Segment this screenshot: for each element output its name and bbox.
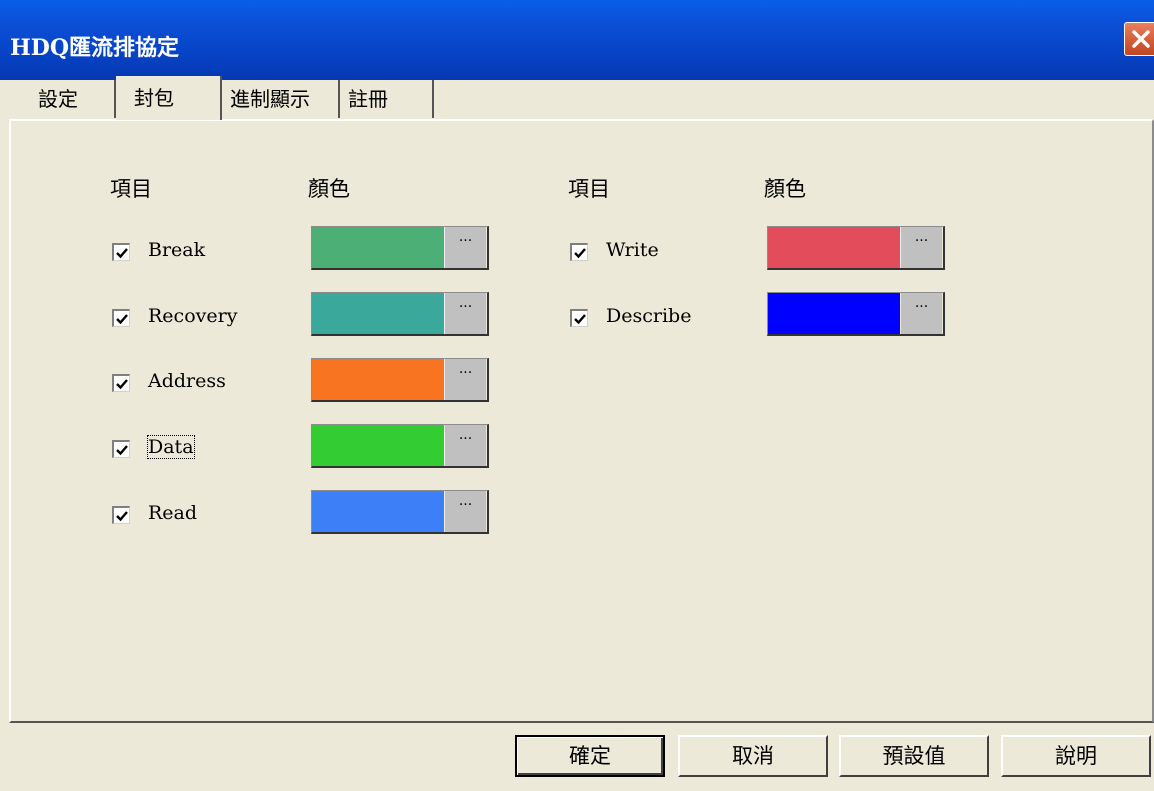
recovery-color-browse-button[interactable]: ···	[444, 293, 486, 334]
tab-register-label: 註冊	[348, 87, 388, 111]
write-checkbox[interactable]	[570, 243, 588, 261]
checkmark-icon	[116, 379, 128, 390]
checkmark-icon	[116, 248, 128, 259]
address-color-swatch[interactable]	[312, 359, 444, 400]
tab-radix-display-label: 進制顯示	[230, 87, 310, 111]
data-color-picker: ···	[311, 424, 489, 468]
read-label: Read	[148, 502, 198, 524]
break-checkbox[interactable]	[112, 243, 130, 261]
write-color-swatch[interactable]	[768, 227, 900, 268]
tab-panel-packet: 項目 顏色 項目 顏色 Break ··· Recovery ··· Addre…	[9, 119, 1154, 723]
describe-color-picker: ···	[767, 292, 945, 336]
recovery-label: Recovery	[148, 305, 238, 327]
read-color-picker: ···	[311, 490, 489, 534]
describe-checkbox[interactable]	[570, 309, 588, 327]
describe-color-swatch[interactable]	[768, 293, 900, 334]
checkmark-icon	[116, 445, 128, 456]
break-label: Break	[148, 239, 206, 261]
checkmark-icon	[116, 314, 128, 325]
recovery-color-swatch[interactable]	[312, 293, 444, 334]
read-checkbox[interactable]	[112, 506, 130, 524]
describe-label: Describe	[606, 305, 692, 327]
data-color-browse-button[interactable]: ···	[444, 425, 486, 466]
protocol-dialog: HDQ匯流排協定 設定 封包 進制顯示 註冊 項目 顏色 項目 顏色 Break…	[0, 0, 1154, 791]
checkmark-icon	[116, 511, 128, 522]
tab-radix-display[interactable]: 進制顯示	[222, 80, 340, 118]
tab-register[interactable]: 註冊	[340, 80, 434, 118]
address-color-picker: ···	[311, 358, 489, 402]
break-color-swatch[interactable]	[312, 227, 444, 268]
tab-packet[interactable]: 封包	[116, 76, 222, 120]
write-label: Write	[606, 239, 659, 261]
left-color-header: 顏色	[308, 177, 350, 201]
right-color-header: 顏色	[764, 177, 806, 201]
describe-color-browse-button[interactable]: ···	[900, 293, 942, 334]
cancel-button[interactable]: 取消	[678, 735, 828, 777]
read-color-browse-button[interactable]: ···	[444, 491, 486, 532]
title-bar[interactable]: HDQ匯流排協定	[0, 0, 1154, 80]
address-checkbox[interactable]	[112, 374, 130, 392]
data-checkbox[interactable]	[112, 440, 130, 458]
window-title: HDQ匯流排協定	[10, 35, 180, 61]
read-color-swatch[interactable]	[312, 491, 444, 532]
left-item-header: 項目	[110, 177, 152, 201]
write-color-picker: ···	[767, 226, 945, 270]
data-label: Data	[147, 435, 195, 459]
tab-packet-label: 封包	[134, 86, 174, 110]
address-color-browse-button[interactable]: ···	[444, 359, 486, 400]
tab-strip: 設定 封包 進制顯示 註冊	[0, 76, 1154, 120]
close-button[interactable]	[1124, 22, 1154, 56]
break-color-browse-button[interactable]: ···	[444, 227, 486, 268]
checkmark-icon	[574, 248, 586, 259]
address-label: Address	[148, 370, 226, 392]
data-color-swatch[interactable]	[312, 425, 444, 466]
help-button[interactable]: 說明	[1001, 735, 1151, 777]
tab-settings[interactable]: 設定	[28, 80, 116, 118]
break-color-picker: ···	[311, 226, 489, 270]
close-icon	[1132, 30, 1150, 48]
ok-button[interactable]: 確定	[515, 735, 665, 777]
recovery-color-picker: ···	[311, 292, 489, 336]
defaults-button[interactable]: 預設值	[839, 735, 989, 777]
checkmark-icon	[574, 314, 586, 325]
write-color-browse-button[interactable]: ···	[900, 227, 942, 268]
tab-settings-label: 設定	[38, 87, 78, 111]
right-item-header: 項目	[568, 177, 610, 201]
recovery-checkbox[interactable]	[112, 309, 130, 327]
